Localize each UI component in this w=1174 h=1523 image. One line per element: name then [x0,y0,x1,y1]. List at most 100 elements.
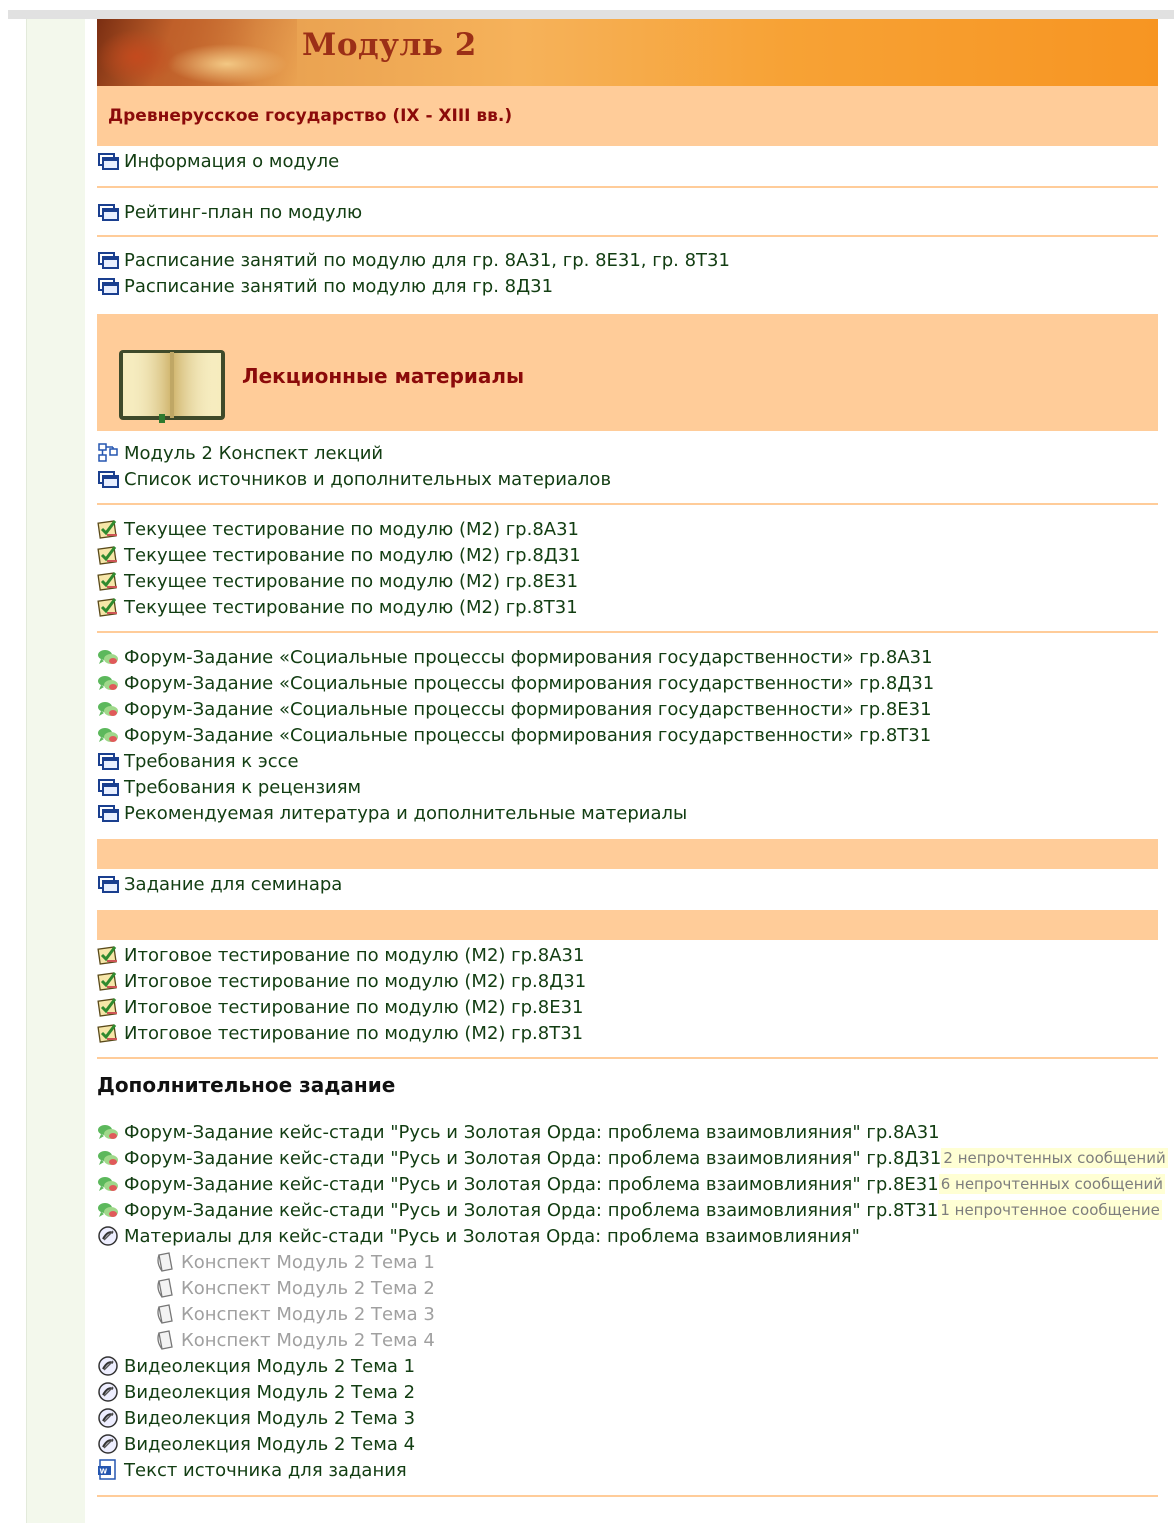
seminar-task-link[interactable]: Задание для семинара [97,871,1158,897]
current-test-link[interactable]: Текущее тестирование по модулю (М2) гр.8… [97,594,1158,620]
page-icon [97,468,119,490]
video-lecture-link[interactable]: Видеолекция Модуль 2 Тема 4 [97,1431,1158,1457]
banner-title: Модуль 2 [302,27,477,63]
activity-label[interactable]: Итоговое тестирование по модулю (М2) гр.… [124,1023,583,1044]
forum-icon [97,724,119,746]
activity-label[interactable]: Форум-Задание кейс-стади "Русь и Золотая… [124,1148,941,1169]
forum-task-link[interactable]: Форум-Задание «Социальные процессы форми… [97,670,1158,696]
quiz-icon [97,1022,119,1044]
case-study-forum-link[interactable]: Форум-Задание кейс-стади "Русь и Золотая… [97,1171,1166,1197]
unread-messages-badge[interactable]: 6 непрочтенных сообщений [938,1174,1166,1194]
lecture-link[interactable]: Список источников и дополнительных матер… [97,466,1158,492]
activity-label[interactable]: Видеолекция Модуль 2 Тема 4 [124,1434,415,1455]
forum-icon [97,646,119,668]
activity-label[interactable]: Требования к рецензиям [124,777,361,798]
activity-label[interactable]: Текущее тестирование по модулю (М2) гр.8… [124,545,581,566]
forum-task-link[interactable]: Требования к рецензиям [97,774,1158,800]
video-lecture-link[interactable]: Видеолекция Модуль 2 Тема 1 [97,1353,1158,1379]
lecture-notes-file-link[interactable]: Конспект Модуль 2 Тема 4 [97,1327,1158,1353]
activity-label[interactable]: Конспект Модуль 2 Тема 2 [181,1278,435,1299]
activity-label[interactable]: Форум-Задание кейс-стади "Русь и Золотая… [124,1200,938,1221]
activity-label[interactable]: Информация о модуле [124,151,339,172]
current-test-link[interactable]: Текущее тестирование по модулю (М2) гр.8… [97,542,1158,568]
source-text-link[interactable]: W Текст источника для задания [97,1457,1158,1483]
unread-messages-badge[interactable]: 1 непрочтенное сообщение [938,1200,1162,1220]
final-test-link[interactable]: Итоговое тестирование по модулю (М2) гр.… [97,1020,1158,1046]
top-border [8,10,1174,19]
forum-icon [97,1173,119,1195]
lecture-link[interactable]: Модуль 2 Конспект лекций [97,440,1158,466]
file-icon [154,1329,176,1351]
activity-label[interactable]: Конспект Модуль 2 Тема 1 [181,1252,435,1273]
folder-icon [97,1433,119,1455]
forum-task-link[interactable]: Рекомендуемая литература и дополнительны… [97,800,1158,826]
lecture-notes-file-link[interactable]: Конспект Модуль 2 Тема 1 [97,1249,1158,1275]
activity-label[interactable]: Текущее тестирование по модулю (М2) гр.8… [124,519,579,540]
forum-task-link[interactable]: Форум-Задание «Социальные процессы форми… [97,696,1158,722]
separator [97,1495,1158,1497]
activity-label[interactable]: Материалы для кейс-стади "Русь и Золотая… [124,1226,860,1247]
case-study-materials-link[interactable]: Материалы для кейс-стади "Русь и Золотая… [97,1223,1158,1249]
book-module-icon [97,442,119,464]
forum-task-link[interactable]: Форум-Задание «Социальные процессы форми… [97,644,1158,670]
forum-icon [97,1121,119,1143]
quiz-icon [97,944,119,966]
activity-label[interactable]: Текущее тестирование по модулю (М2) гр.8… [124,597,578,618]
quiz-icon [97,596,119,618]
activity-label[interactable]: Текст источника для задания [124,1460,407,1481]
activity-label[interactable]: Форум-Задание «Социальные процессы форми… [124,725,931,746]
page-icon [97,150,119,172]
current-test-link[interactable]: Текущее тестирование по модулю (М2) гр.8… [97,568,1158,594]
forum-icon [97,698,119,720]
video-lecture-link[interactable]: Видеолекция Модуль 2 Тема 3 [97,1405,1158,1431]
schedule-link[interactable]: Расписание занятий по модулю для гр. 8Д3… [97,273,1158,299]
lecture-notes-file-link[interactable]: Конспект Модуль 2 Тема 3 [97,1301,1158,1327]
activity-label[interactable]: Итоговое тестирование по модулю (М2) гр.… [124,971,586,992]
activity-label[interactable]: Форум-Задание кейс-стади "Русь и Золотая… [124,1174,939,1195]
current-test-link[interactable]: Текущее тестирование по модулю (М2) гр.8… [97,516,1158,542]
activity-label[interactable]: Форум-Задание кейс-стади "Русь и Золотая… [124,1122,940,1143]
activity-label[interactable]: Модуль 2 Конспект лекций [124,443,383,464]
final-test-link[interactable]: Итоговое тестирование по модулю (М2) гр.… [97,942,1158,968]
case-study-forum-link[interactable]: Форум-Задание кейс-стади "Русь и Золотая… [97,1119,1158,1145]
module-banner: Модуль 2 [97,19,1158,86]
final-test-link[interactable]: Итоговое тестирование по модулю (М2) гр.… [97,968,1158,994]
activity-label[interactable]: Видеолекция Модуль 2 Тема 1 [124,1356,415,1377]
forum-task-link[interactable]: Требования к эссе [97,748,1158,774]
page-icon [97,201,119,223]
forum-task-link[interactable]: Форум-Задание «Социальные процессы форми… [97,722,1158,748]
activity-label[interactable]: Форум-Задание «Социальные процессы форми… [124,647,933,668]
activity-label[interactable]: Требования к эссе [124,751,299,772]
quiz-icon [97,996,119,1018]
activity-label[interactable]: Задание для семинара [124,874,342,895]
module-info-link[interactable]: Информация о модуле [97,148,1158,174]
video-lecture-link[interactable]: Видеолекция Модуль 2 Тема 2 [97,1379,1158,1405]
schedule-link[interactable]: Расписание занятий по модулю для гр. 8А3… [97,247,1158,273]
activity-label[interactable]: Расписание занятий по модулю для гр. 8А3… [124,250,730,271]
activity-label[interactable]: Конспект Модуль 2 Тема 4 [181,1330,435,1351]
activity-label[interactable]: Видеолекция Модуль 2 Тема 2 [124,1382,415,1403]
activity-label[interactable]: Рекомендуемая литература и дополнительны… [124,803,687,824]
activity-label[interactable]: Текущее тестирование по модулю (М2) гр.8… [124,571,578,592]
lecture-notes-file-link[interactable]: Конспект Модуль 2 Тема 2 [97,1275,1158,1301]
lecture-materials-title: Лекционные материалы [242,364,525,388]
section-title: Древнерусское государство (IX - XIII вв.… [108,106,513,126]
quiz-icon [97,544,119,566]
activity-label[interactable]: Рейтинг-план по модулю [124,202,362,223]
quiz-icon [97,970,119,992]
activity-label[interactable]: Форум-Задание «Социальные процессы форми… [124,699,932,720]
activity-label[interactable]: Конспект Модуль 2 Тема 3 [181,1304,435,1325]
case-study-forum-link[interactable]: Форум-Задание кейс-стади "Русь и Золотая… [97,1197,1162,1223]
activity-label[interactable]: Форум-Задание «Социальные процессы форми… [124,673,934,694]
activity-label[interactable]: Расписание занятий по модулю для гр. 8Д3… [124,276,553,297]
rating-plan-link[interactable]: Рейтинг-план по модулю [97,199,1158,225]
unread-messages-badge[interactable]: 2 непрочтенных сообщений [941,1148,1168,1168]
activity-label[interactable]: Список источников и дополнительных матер… [124,469,611,490]
activity-label[interactable]: Итоговое тестирование по модулю (М2) гр.… [124,945,584,966]
case-study-forum-link[interactable]: Форум-Задание кейс-стади "Русь и Золотая… [97,1145,1168,1171]
activity-label[interactable]: Видеолекция Модуль 2 Тема 3 [124,1408,415,1429]
page-icon [97,249,119,271]
activity-label[interactable]: Итоговое тестирование по модулю (М2) гр.… [124,997,583,1018]
final-test-link[interactable]: Итоговое тестирование по модулю (М2) гр.… [97,994,1158,1020]
quiz-icon [97,570,119,592]
